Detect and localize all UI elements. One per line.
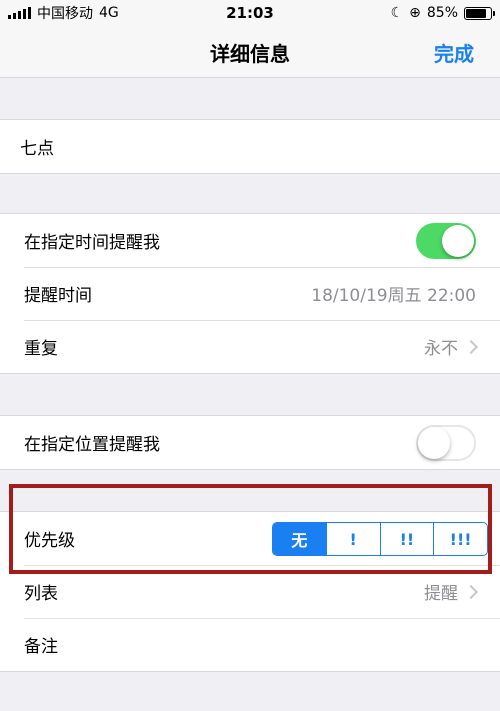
signal-icon [8,7,31,19]
location-reminder-group: 在指定位置提醒我 [0,415,500,470]
repeat-label: 重复 [24,339,58,359]
priority-option-none[interactable]: 无 [273,523,326,555]
time-reminder-label: 在指定时间提醒我 [24,233,160,253]
title-field-text[interactable]: 七点 [20,134,54,159]
priority-option-low[interactable]: ! [325,523,380,555]
chevron-right-icon [463,584,479,599]
battery-percent: 85% [426,5,458,21]
battery-icon [464,6,495,20]
time-reminder-group: 在指定时间提醒我 提醒时间 18/10/19周五 22:00 重复 永不 [0,213,500,374]
orientation-lock-icon: ⊕ [409,5,421,21]
status-left: 中国移动 4G [8,3,119,23]
repeat-value-wrap[interactable]: 永不 [424,334,479,359]
alarm-value[interactable]: 18/10/19周五 22:00 [311,281,476,306]
location-reminder-row: 在指定位置提醒我 [0,416,500,469]
location-reminder-toggle[interactable] [416,424,476,461]
priority-option-high[interactable]: !!! [433,523,487,555]
toggle-knob [418,426,450,459]
status-bar: 中国移动 4G 21:03 ☾ ⊕ 85% [0,0,500,26]
list-label: 列表 [24,584,58,604]
chevron-right-icon [463,339,479,354]
alarm-row[interactable]: 提醒时间 18/10/19周五 22:00 [0,267,500,320]
list-row[interactable]: 列表 提醒 [0,565,500,618]
toggle-knob [442,224,474,257]
list-value-wrap[interactable]: 提醒 [424,579,479,604]
carrier-name: 中国移动 [37,6,93,22]
status-right: ☾ ⊕ 85% [390,5,495,21]
page-title: 详细信息 [210,42,290,66]
title-group: 七点 [0,119,500,174]
alarm-label: 提醒时间 [24,286,92,306]
repeat-row[interactable]: 重复 永不 [0,320,500,373]
priority-label: 优先级 [24,531,75,551]
time-reminder-toggle[interactable] [416,222,476,259]
location-reminder-label: 在指定位置提醒我 [24,435,160,455]
notes-label: 备注 [24,637,58,657]
moon-icon: ☾ [390,5,404,21]
notes-row[interactable]: 备注 [0,618,500,671]
priority-segmented-control[interactable]: 无 ! !! !!! [272,522,488,556]
time-reminder-row: 在指定时间提醒我 [0,214,500,267]
network-type: 4G [99,5,119,21]
list-value: 提醒 [424,584,458,604]
battery-fill [466,8,487,18]
priority-row: 优先级 无 ! !! !!! [0,512,500,565]
nav-bar: 详细信息 完成 [0,26,500,78]
title-field[interactable]: 七点 [0,120,500,173]
priority-option-medium[interactable]: !! [379,523,434,555]
done-button[interactable]: 完成 [434,38,474,67]
repeat-value: 永不 [424,339,458,359]
priority-group: 优先级 无 ! !! !!! 列表 提醒 备注 [0,511,500,672]
